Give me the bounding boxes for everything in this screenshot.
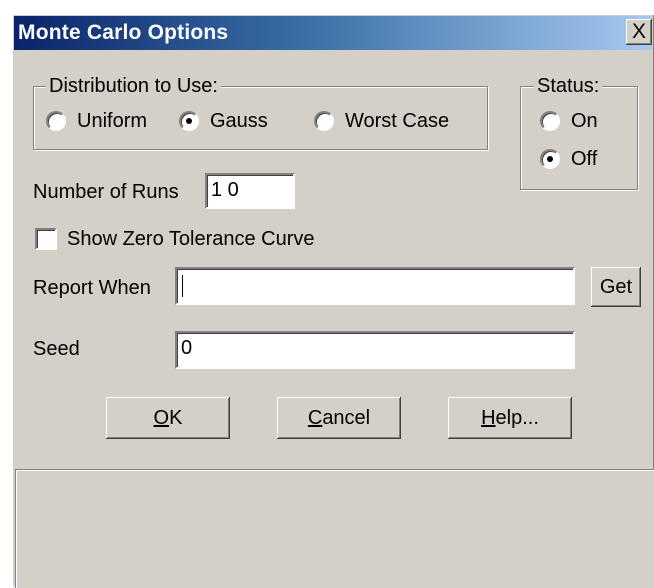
get-button[interactable]: Get xyxy=(591,267,641,307)
seed-input[interactable]: 0 xyxy=(175,331,575,369)
radio-status-off[interactable]: Off xyxy=(540,145,620,173)
radio-selected-dot-icon xyxy=(186,118,192,124)
ok-button[interactable]: OK xyxy=(106,397,230,439)
cancel-button[interactable]: Cancel xyxy=(277,397,401,439)
number-of-runs-input[interactable]: 1 0 xyxy=(205,173,295,209)
radio-worst-case[interactable]: Worst Case xyxy=(314,107,474,135)
report-when-label: Report When xyxy=(33,277,151,299)
seed-label: Seed xyxy=(33,338,80,360)
radio-button-icon xyxy=(314,111,334,131)
radio-uniform[interactable]: Uniform xyxy=(46,107,166,135)
ok-label-rest: K xyxy=(169,407,183,429)
radio-button-icon xyxy=(540,111,560,131)
monte-carlo-options-dialog: Monte Carlo Options X Distribution to Us… xyxy=(12,14,654,588)
ok-mnemonic: O xyxy=(153,407,170,429)
radio-status-on[interactable]: On xyxy=(540,107,620,135)
get-button-label: Get xyxy=(599,276,633,298)
status-panel xyxy=(15,469,654,588)
close-icon: X xyxy=(631,20,646,43)
distribution-legend: Distribution to Use: xyxy=(46,74,221,98)
close-button[interactable]: X xyxy=(626,19,652,45)
status-legend: Status: xyxy=(534,74,603,98)
help-button[interactable]: Help... xyxy=(448,397,572,439)
radio-gauss-label: Gauss xyxy=(210,110,268,132)
title-bar[interactable]: Monte Carlo Options X xyxy=(14,16,652,50)
radio-gauss[interactable]: Gauss xyxy=(179,107,289,135)
text-caret xyxy=(182,275,183,297)
help-label-rest: elp... xyxy=(495,407,539,429)
dialog-title: Monte Carlo Options xyxy=(18,21,229,44)
radio-selected-dot-icon xyxy=(547,156,553,162)
cancel-mnemonic: C xyxy=(307,407,323,429)
status-group: Status: On Off xyxy=(520,74,638,190)
radio-button-icon xyxy=(46,111,66,131)
show-zero-tolerance-checkbox[interactable]: Show Zero Tolerance Curve xyxy=(33,225,353,253)
radio-uniform-label: Uniform xyxy=(77,110,148,132)
help-mnemonic: H xyxy=(481,407,496,429)
radio-button-icon xyxy=(540,149,560,169)
show-zero-tolerance-label: Show Zero Tolerance Curve xyxy=(67,228,315,250)
distribution-group: Distribution to Use: Uniform Gauss Worst… xyxy=(33,74,488,150)
cancel-label-rest: ancel xyxy=(322,407,371,429)
radio-status-off-label: Off xyxy=(571,148,598,170)
radio-status-on-label: On xyxy=(571,110,598,132)
report-when-input[interactable] xyxy=(175,267,575,305)
radio-button-icon xyxy=(179,111,199,131)
number-of-runs-label: Number of Runs xyxy=(33,181,179,203)
radio-worst-case-label: Worst Case xyxy=(345,110,450,132)
checkbox-icon xyxy=(35,228,57,250)
